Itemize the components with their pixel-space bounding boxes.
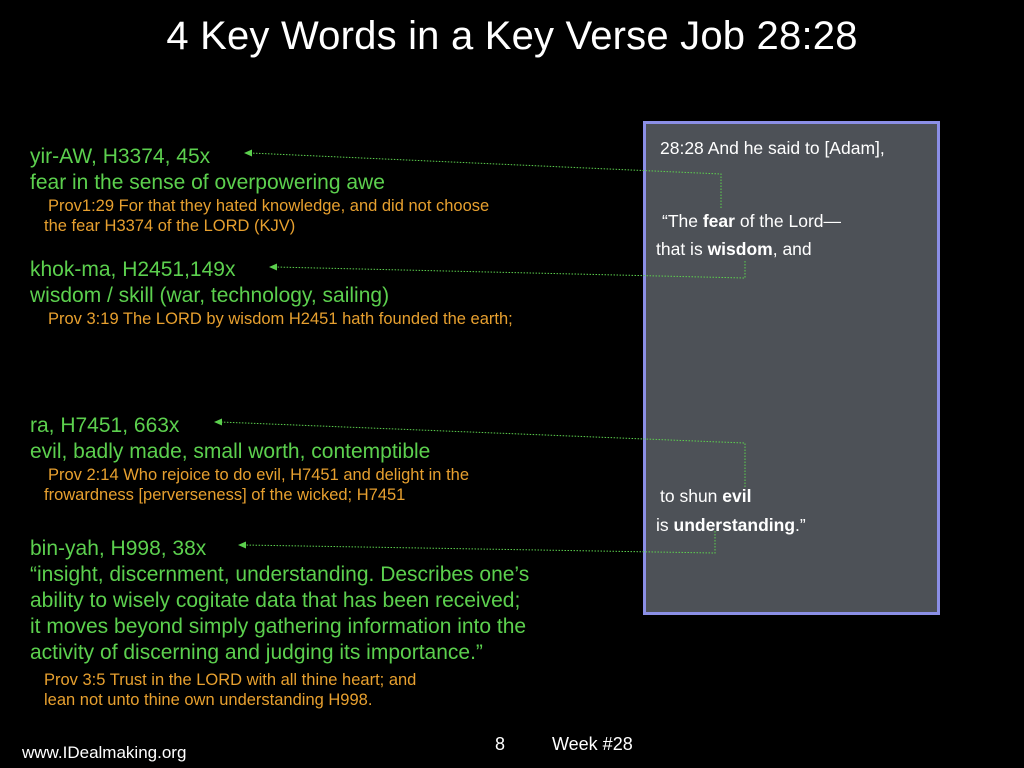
- connector-arrows: [214, 149, 746, 554]
- page-number: 8: [495, 734, 506, 754]
- arrowhead-wisdom: [269, 263, 277, 271]
- arrow-evil: [219, 421, 746, 487]
- arrow-wisdom: [274, 261, 746, 279]
- week-label: Week #28: [552, 734, 633, 754]
- arrowhead-evil: [214, 418, 222, 426]
- arrowhead-fear: [244, 149, 252, 157]
- arrow-fear: [249, 152, 722, 208]
- arrowhead-understanding: [238, 541, 246, 549]
- website-footer: www.IDealmaking.org: [22, 743, 187, 762]
- arrow-understanding: [243, 531, 716, 554]
